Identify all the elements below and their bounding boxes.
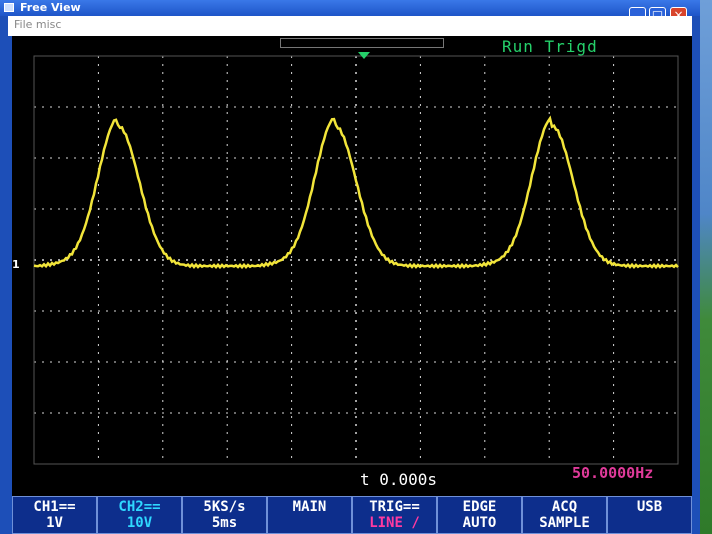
title-bar: Free View — [0, 0, 700, 16]
softkey-sample-rate-title: 5KS/s — [203, 499, 246, 515]
softkey-edge-value: AUTO — [462, 515, 497, 531]
softkey-ch1-title: CH1== — [33, 499, 76, 515]
softkey-usb-title: USB — [636, 499, 663, 515]
app-icon — [4, 3, 14, 12]
softkey-acquire-value: SAMPLE — [539, 515, 590, 531]
softkey-edge[interactable]: EDGE AUTO — [437, 496, 522, 534]
softkey-trigger-title: TRIG== — [369, 499, 420, 515]
graticule-grid — [33, 55, 679, 465]
acquisition-status: Run Trigd — [502, 37, 598, 56]
trigger-position-icon — [358, 52, 370, 59]
menu-text[interactable]: File misc — [14, 18, 61, 31]
softkey-usb[interactable]: USB — [607, 496, 692, 534]
frequency-readout: 50.0000Hz — [572, 464, 654, 482]
softkey-edge-title: EDGE — [462, 499, 497, 515]
softkey-main[interactable]: MAIN — [267, 496, 352, 534]
time-offset-readout: t 0.000s — [360, 470, 438, 489]
softkey-trigger-value: LINE / — [369, 515, 420, 531]
waveform-plot — [33, 55, 679, 465]
softkey-bar: CH1== 1V CH2== 10V 5KS/s 5ms MAIN TRIG==… — [12, 496, 692, 534]
scope-display: Run Trigd 1 t 0.000s 50.0000Hz — [12, 36, 692, 496]
softkey-trigger[interactable]: TRIG== LINE / — [352, 496, 437, 534]
softkey-ch2[interactable]: CH2== 10V — [97, 496, 182, 534]
softkey-ch1[interactable]: CH1== 1V — [12, 496, 97, 534]
softkey-ch2-title: CH2== — [118, 499, 161, 515]
softkey-ch1-value: 1V — [46, 515, 63, 531]
oscilloscope-window: Free View _ □ × File misc Run Trigd 1 t … — [0, 0, 700, 534]
softkey-main-title: MAIN — [292, 499, 327, 515]
softkey-sample-rate-value: 5ms — [211, 515, 238, 531]
window-title: Free View — [20, 1, 81, 14]
softkey-sample-rate[interactable]: 5KS/s 5ms — [182, 496, 267, 534]
softkey-ch2-value: 10V — [126, 515, 153, 531]
ch1-ground-marker: 1 — [12, 258, 20, 271]
softkey-acquire[interactable]: ACQ SAMPLE — [522, 496, 607, 534]
memory-position-bar[interactable] — [280, 38, 444, 48]
menu-bar[interactable]: File misc — [8, 16, 692, 36]
softkey-acquire-title: ACQ — [551, 499, 578, 515]
